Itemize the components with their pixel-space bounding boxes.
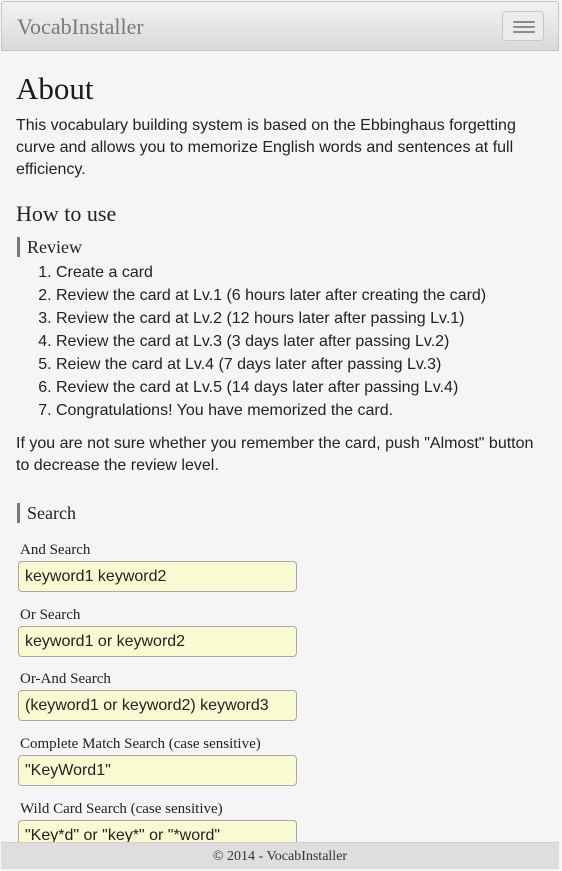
search-example-label: Complete Match Search (case sensitive)	[20, 736, 261, 752]
review-section-title: Review	[17, 237, 546, 257]
footer: © 2014 - VocabInstaller	[1, 842, 559, 869]
review-step: Review the card at Lv.1 (6 hours later a…	[56, 284, 546, 307]
review-steps-list: Create a card Review the card at Lv.1 (6…	[16, 261, 546, 422]
search-section-title: Search	[17, 503, 546, 523]
search-example-box: keyword1 or keyword2	[18, 626, 297, 657]
review-step: Review the card at Lv.5 (14 days later a…	[56, 376, 546, 399]
hamburger-icon	[513, 21, 535, 23]
menu-toggle-button[interactable]	[502, 11, 544, 41]
review-note: If you are not sure whether you remember…	[16, 435, 534, 474]
review-step: Review the card at Lv.2 (12 hours later …	[56, 307, 546, 330]
review-step: Congratulations! You have memorized the …	[56, 399, 546, 422]
search-example-or: Or Search keyword1 or keyword2	[18, 607, 546, 657]
search-example-label: Or-And Search	[20, 671, 111, 687]
review-step: Reiew the card at Lv.4 (7 days later aft…	[56, 353, 546, 376]
search-example-box: "KeyWord1"	[18, 755, 297, 786]
navbar: VocabInstaller	[1, 1, 559, 51]
review-step: Create a card	[56, 261, 546, 284]
search-example-box: keyword1 keyword2	[18, 561, 297, 592]
about-description: This vocabulary building system is based…	[16, 117, 516, 178]
about-title: About	[16, 71, 94, 106]
search-example-and: And Search keyword1 keyword2	[18, 542, 546, 592]
search-example-or-and: Or-And Search (keyword1 or keyword2) key…	[18, 671, 546, 721]
search-example-label: Wild Card Search (case sensitive)	[20, 801, 223, 817]
review-step: Review the card at Lv.3 (3 days later af…	[56, 330, 546, 353]
search-example-complete-match: Complete Match Search (case sensitive) "…	[18, 736, 546, 786]
search-example-box: (keyword1 or keyword2) keyword3	[18, 690, 297, 721]
how-to-use-title: How to use	[16, 201, 117, 226]
brand-link[interactable]: VocabInstaller	[17, 14, 144, 40]
search-example-label: And Search	[20, 542, 91, 558]
search-example-label: Or Search	[20, 607, 81, 623]
main-content: About This vocabulary building system is…	[16, 52, 546, 851]
